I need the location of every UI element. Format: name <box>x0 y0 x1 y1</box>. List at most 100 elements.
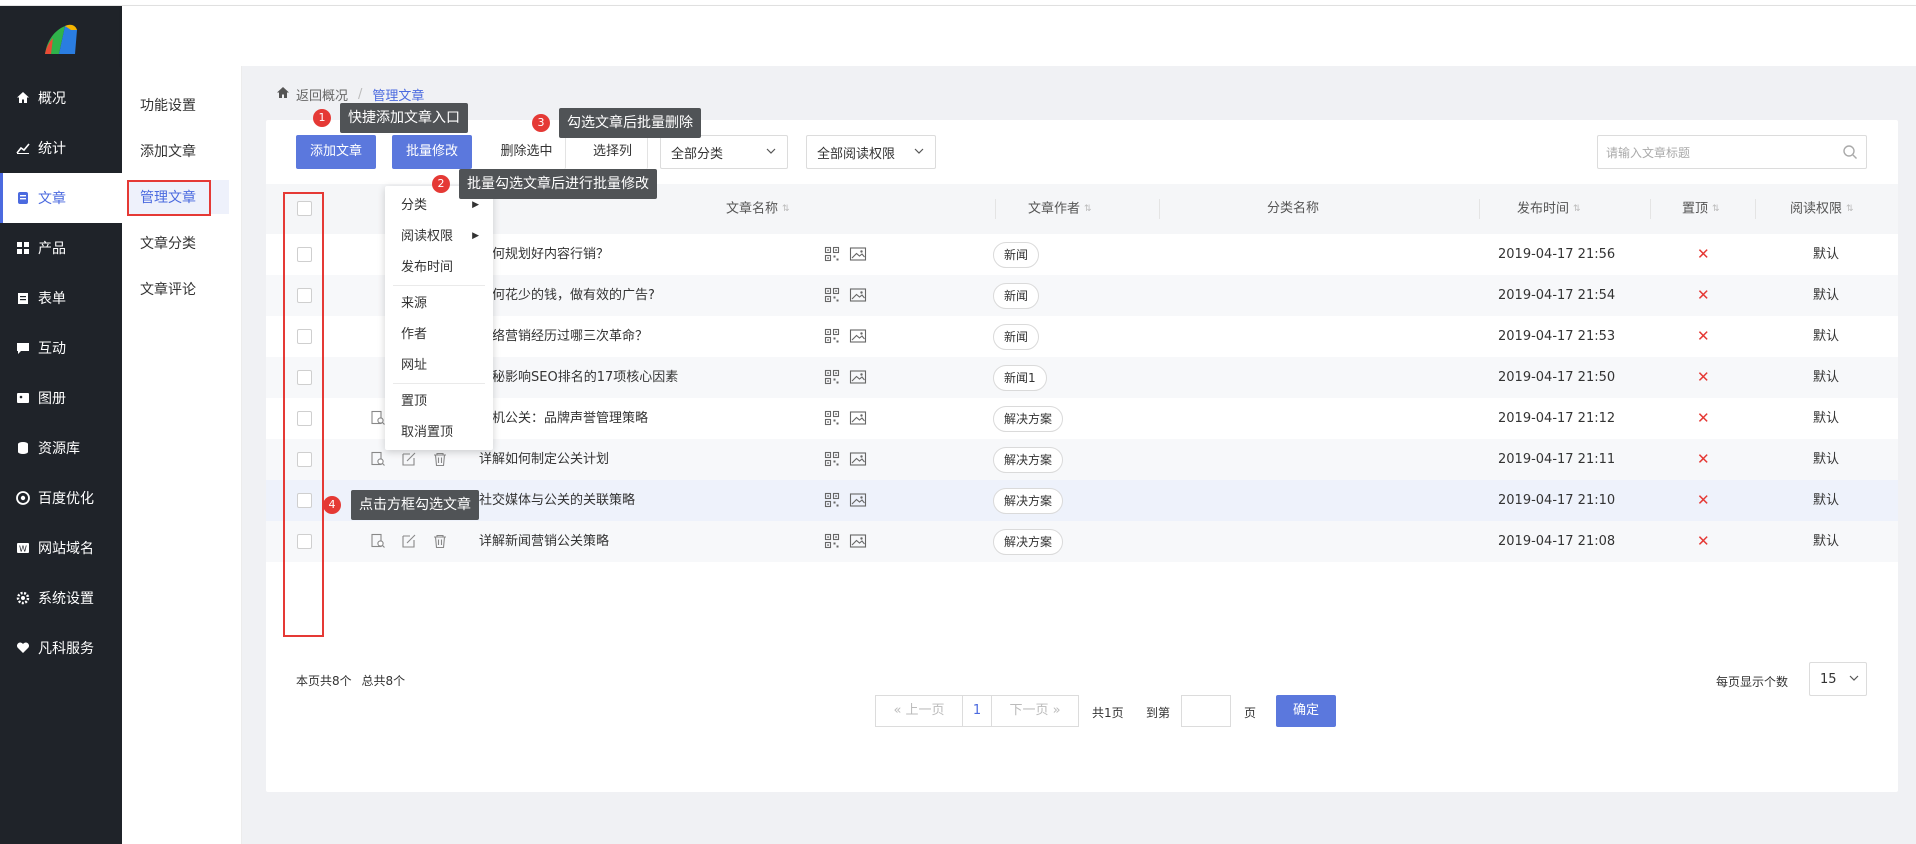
table-row[interactable]: 危机公关：品牌声誉管理策略 解决方案 2019-04-17 21:12 ✕ 默认 <box>266 398 1898 439</box>
article-title-link[interactable]: 揭秘影响SEO排名的17项核心因素 <box>479 357 678 398</box>
not-pinned-icon[interactable]: ✕ <box>1697 275 1710 316</box>
table-row[interactable]: 社交媒体与公关的关联策略 解决方案 2019-04-17 21:10 ✕ 默认 <box>266 480 1898 521</box>
goto-page-input[interactable] <box>1181 695 1231 727</box>
next-page-button[interactable]: 下一页 » <box>991 695 1079 727</box>
app-logo[interactable] <box>0 6 122 73</box>
delete-icon[interactable] <box>432 451 448 471</box>
article-title-link[interactable]: 详解如何制定公关计划 <box>479 439 609 480</box>
edit-icon[interactable] <box>401 533 417 553</box>
column-header-author[interactable]: 文章作者 ⇅ <box>1028 184 1092 234</box>
nav-item-6[interactable]: 图册 <box>0 373 122 423</box>
qr-code-icon[interactable] <box>824 410 840 430</box>
table-row[interactable]: 如何规划好内容行销？ 新闻 2019-04-17 21:56 ✕ 默认 <box>266 234 1898 275</box>
article-title-link[interactable]: 危机公关：品牌声誉管理策略 <box>479 398 648 439</box>
select-columns-button[interactable]: 选择列 <box>578 135 648 169</box>
not-pinned-icon[interactable]: ✕ <box>1697 357 1710 398</box>
cover-image-icon[interactable] <box>849 451 867 471</box>
dropdown-item-author[interactable]: 作者 <box>385 319 493 350</box>
table-row[interactable]: 详解如何制定公关计划 解决方案 2019-04-17 21:11 ✕ 默认 <box>266 439 1898 480</box>
cover-image-icon[interactable] <box>849 369 867 389</box>
search-icon[interactable] <box>1842 144 1858 163</box>
batch-edit-button[interactable]: 批量修改 <box>392 135 472 169</box>
table-row[interactable]: 详解新闻营销公关策略 解决方案 2019-04-17 21:08 ✕ 默认 <box>266 521 1898 562</box>
not-pinned-icon[interactable]: ✕ <box>1697 398 1710 439</box>
qr-code-icon[interactable] <box>824 492 840 512</box>
article-title-link[interactable]: 详解新闻营销公关策略 <box>479 521 609 562</box>
column-divider <box>1650 199 1651 219</box>
table-row[interactable]: 揭秘影响SEO排名的17项核心因素 新闻1 2019-04-17 21:50 ✕ 默认 <box>266 357 1898 398</box>
prev-page-button[interactable]: « 上一页 <box>875 695 963 727</box>
dropdown-item-pin[interactable]: 置顶 <box>385 386 493 417</box>
table-row[interactable]: 如何花少的钱，做有效的广告? 新闻 2019-04-17 21:54 ✕ 默认 <box>266 275 1898 316</box>
page-count-text: 本页共8个 总共8个 <box>296 672 405 689</box>
search-placeholder: 请输入文章标题 <box>1606 145 1691 160</box>
column-header-title[interactable]: 文章名称 ⇅ <box>726 184 790 234</box>
preview-icon[interactable] <box>370 451 386 471</box>
breadcrumb-back-link[interactable]: 返回概况 <box>296 85 348 104</box>
nav-item-2[interactable]: 文章 <box>0 173 122 223</box>
dropdown-item-permission[interactable]: 阅读权限 ▶ <box>385 221 493 252</box>
chevron-down-icon <box>765 145 777 161</box>
delete-icon[interactable] <box>432 533 448 553</box>
article-title-link[interactable]: 社交媒体与公关的关联策略 <box>479 480 635 521</box>
column-header-top[interactable]: 置顶 ⇅ <box>1682 184 1720 234</box>
dropdown-item-url[interactable]: 网址 <box>385 350 493 381</box>
double-chevron-left-icon: « <box>893 703 902 718</box>
cover-image-icon[interactable] <box>849 533 867 553</box>
goto-confirm-button[interactable]: 确定 <box>1276 695 1336 727</box>
nav-item-1[interactable]: 统计 <box>0 123 122 173</box>
nav-item-4[interactable]: 表单 <box>0 273 122 323</box>
subnav-item-article-comment[interactable]: 文章评论 <box>122 266 241 312</box>
qr-code-icon[interactable] <box>824 451 840 471</box>
nav-item-0[interactable]: 概况 <box>0 73 122 123</box>
cover-image-icon[interactable] <box>849 246 867 266</box>
search-input[interactable]: 请输入文章标题 <box>1597 135 1867 169</box>
nav-item-8[interactable]: 百度优化 <box>0 473 122 523</box>
preview-icon[interactable] <box>370 533 386 553</box>
permission-select[interactable]: 全部阅读权限 <box>806 135 936 169</box>
subnav-item-add-article[interactable]: 添加文章 <box>122 128 241 174</box>
cover-image-icon[interactable] <box>849 328 867 348</box>
subnav-item-settings[interactable]: 功能设置 <box>122 82 241 128</box>
preview-icon[interactable] <box>370 410 386 430</box>
subnav-item-article-category[interactable]: 文章分类 <box>122 220 241 266</box>
qr-code-icon[interactable] <box>824 533 840 553</box>
not-pinned-icon[interactable]: ✕ <box>1697 316 1710 357</box>
column-header-permission[interactable]: 阅读权限 ⇅ <box>1790 184 1854 234</box>
nav-item-9[interactable]: W 网站域名 <box>0 523 122 573</box>
not-pinned-icon[interactable]: ✕ <box>1697 439 1710 480</box>
prev-page-label: 上一页 <box>905 703 945 718</box>
qr-code-icon[interactable] <box>824 246 840 266</box>
not-pinned-icon[interactable]: ✕ <box>1697 480 1710 521</box>
dropdown-item-unpin[interactable]: 取消置顶 <box>385 417 493 448</box>
cover-image-icon[interactable] <box>849 492 867 512</box>
dropdown-item-source[interactable]: 来源 <box>385 288 493 319</box>
nav-item-10[interactable]: 系统设置 <box>0 573 122 623</box>
nav-item-3[interactable]: 产品 <box>0 223 122 273</box>
article-title-link[interactable]: 如何花少的钱，做有效的广告? <box>479 275 655 316</box>
cover-image-icon[interactable] <box>849 287 867 307</box>
column-header-author-label: 文章作者 <box>1028 201 1081 217</box>
delete-selected-button[interactable]: 删除选中 <box>488 135 566 169</box>
qr-code-icon[interactable] <box>824 328 840 348</box>
read-permission: 默认 <box>1813 452 1840 467</box>
table-row[interactable]: 网络营销经历过哪三次革命？ 新闻 2019-04-17 21:53 ✕ 默认 <box>266 316 1898 357</box>
not-pinned-icon[interactable]: ✕ <box>1697 521 1710 562</box>
dropdown-item-date[interactable]: 发布时间 <box>385 252 493 283</box>
nav-item-5[interactable]: 互动 <box>0 323 122 373</box>
page-number-button[interactable]: 1 <box>962 695 992 727</box>
per-page-select[interactable]: 15 <box>1809 662 1867 696</box>
category-select[interactable]: 全部分类 <box>660 135 788 169</box>
cover-image-icon[interactable] <box>849 410 867 430</box>
read-permission: 默认 <box>1813 411 1840 426</box>
edit-icon[interactable] <box>401 451 417 471</box>
qr-code-icon[interactable] <box>824 287 840 307</box>
nav-item-11[interactable]: 凡科服务 <box>0 623 122 673</box>
add-article-button[interactable]: 添加文章 <box>296 135 376 169</box>
not-pinned-icon[interactable]: ✕ <box>1697 234 1710 275</box>
qr-code-icon[interactable] <box>824 369 840 389</box>
article-title-link[interactable]: 如何规划好内容行销？ <box>479 234 609 275</box>
nav-item-7[interactable]: 资源库 <box>0 423 122 473</box>
article-title-link[interactable]: 网络营销经历过哪三次革命？ <box>479 316 648 357</box>
column-header-date[interactable]: 发布时间 ⇅ <box>1517 184 1581 234</box>
